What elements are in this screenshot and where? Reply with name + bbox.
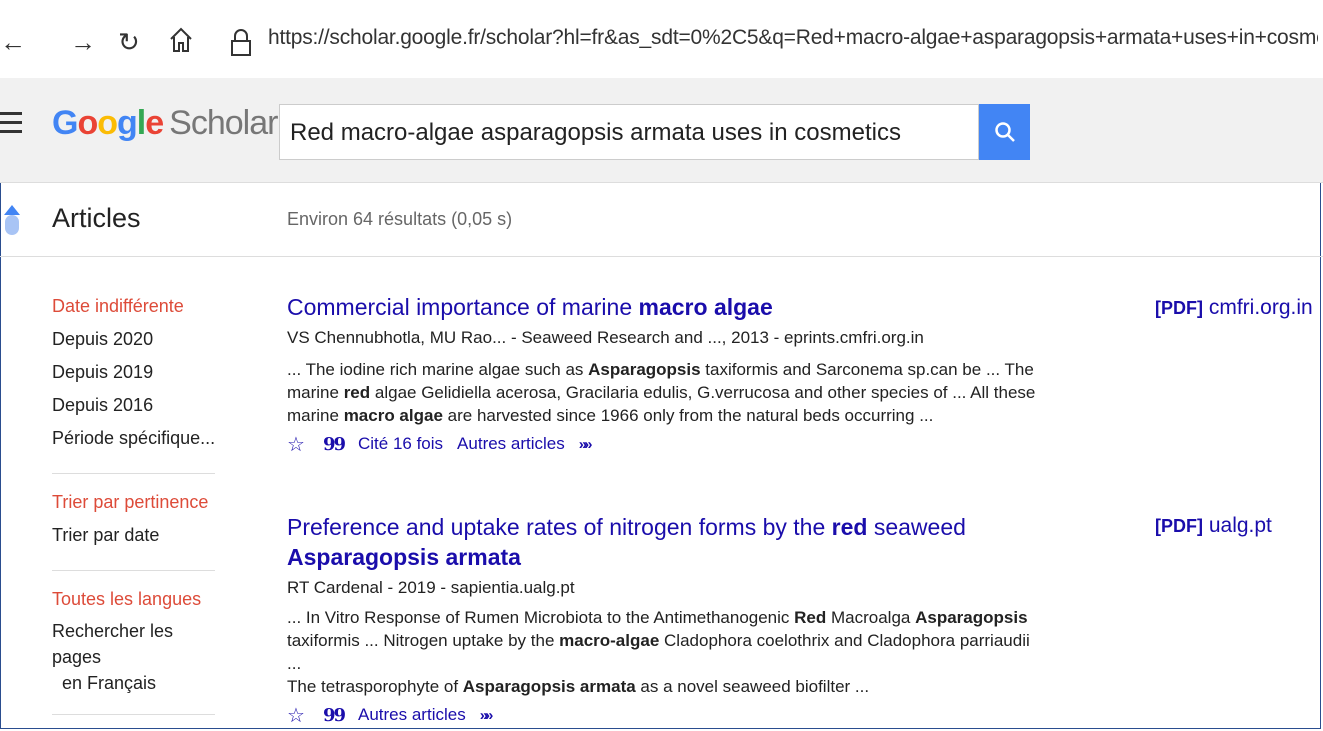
pdf-tag: [PDF] [1155, 298, 1203, 318]
logo-scholar: Scholar [169, 104, 278, 142]
snippet-line: marine red algae Gelidiella acerosa, Gra… [287, 383, 1036, 402]
result-title-link[interactable]: Commercial importance of marine macro al… [287, 292, 1047, 322]
sidebar-filters: Date indifférente Depuis 2020 Depuis 201… [52, 290, 222, 727]
forward-arrow-icon[interactable]: → [70, 22, 96, 62]
pdf-host: ualg.pt [1208, 514, 1272, 537]
filter-since-2020[interactable]: Depuis 2020 [52, 323, 222, 356]
result-title-text: Commercial importance of marine [287, 294, 639, 320]
quote-icon[interactable]: 99 [323, 434, 346, 455]
result-title-bold: macro algae [638, 294, 773, 320]
back-arrow-icon[interactable]: ← [0, 22, 26, 62]
result-title-bold: Asparagopsis armata [287, 544, 521, 570]
result-meta: RT Cardenal - 2019 - sapientia.ualg.pt [287, 578, 575, 597]
cited-by-link[interactable]: Cité 16 fois [358, 434, 443, 454]
scholar-header: Google Scholar [0, 78, 1323, 183]
sidebar-divider [52, 714, 215, 715]
star-icon[interactable]: ☆ [287, 432, 305, 457]
browser-toolbar: ← → ↻ https://scholar.google.fr/scholar?… [0, 0, 1323, 78]
filter-since-2019[interactable]: Depuis 2019 [52, 356, 222, 389]
sort-relevance[interactable]: Trier par pertinence [52, 486, 222, 519]
result-title-link[interactable]: Preference and uptake rates of nitrogen … [287, 512, 1047, 572]
pdf-link[interactable]: [PDF] ualg.pt [1155, 514, 1272, 538]
sidebar-divider [52, 473, 215, 474]
language-french-line2: en Français [62, 673, 157, 693]
lock-icon [230, 28, 252, 58]
result-meta: VS Chennubhotla, MU Rao... - Seaweed Res… [287, 328, 924, 347]
language-all[interactable]: Toutes les langues [52, 583, 222, 616]
snippet-line: marine macro algae are harvested since 1… [287, 406, 934, 425]
language-french[interactable]: Rechercher les pages en Français [52, 618, 222, 696]
snippet-line: ... In Vitro Response of Rumen Microbiot… [287, 608, 1028, 627]
articles-bar: Articles Environ 64 résultats (0,05 s) [0, 183, 1323, 257]
pdf-host: cmfri.org.in [1208, 296, 1313, 319]
filter-custom-range[interactable]: Période spécifique... [52, 422, 222, 455]
language-french-line1: Rechercher les pages [52, 621, 174, 667]
address-bar-url[interactable]: https://scholar.google.fr/scholar?hl=fr&… [268, 26, 1318, 50]
articles-marker-icon [4, 205, 20, 235]
related-articles-link[interactable]: Autres articles [358, 705, 466, 725]
more-icon[interactable]: »» [480, 707, 494, 724]
home-icon[interactable] [168, 25, 194, 65]
pdf-tag: [PDF] [1155, 516, 1203, 536]
result-title-bold: red [831, 514, 868, 540]
result-count: Environ 64 résultats (0,05 s) [287, 209, 513, 229]
result-snippet: ... In Vitro Response of Rumen Microbiot… [287, 606, 1047, 698]
quote-icon[interactable]: 99 [323, 705, 346, 726]
search-input[interactable] [280, 105, 962, 161]
result-item: Preference and uptake rates of nitrogen … [287, 512, 1047, 728]
star-icon[interactable]: ☆ [287, 703, 305, 728]
result-actions: ☆ 99 Autres articles »» [287, 702, 1047, 728]
result-title-text: seaweed [867, 514, 966, 540]
more-icon[interactable]: »» [579, 436, 593, 453]
result-item: Commercial importance of marine macro al… [287, 292, 1047, 457]
google-scholar-logo[interactable]: Google Scholar [52, 104, 278, 143]
reload-icon[interactable]: ↻ [118, 22, 140, 62]
filter-since-2016[interactable]: Depuis 2016 [52, 389, 222, 422]
result-snippet: ... The iodine rich marine algae such as… [287, 358, 1047, 427]
result-actions: ☆ 99 Cité 16 fois Autres articles »» [287, 431, 1047, 457]
snippet-line: ... The iodine rich marine algae such as… [287, 360, 1034, 379]
sidebar-divider [52, 570, 215, 571]
snippet-line: The tetrasporophyte of Asparagopsis arma… [287, 677, 870, 696]
search-box [279, 104, 979, 161]
menu-icon[interactable] [0, 112, 22, 139]
search-icon [994, 121, 1015, 142]
sort-date[interactable]: Trier par date [52, 519, 222, 552]
result-title-text: Preference and uptake rates of nitrogen … [287, 514, 832, 540]
snippet-line: taxiformis ... Nitrogen uptake by the ma… [287, 631, 1030, 673]
filter-date-any[interactable]: Date indifférente [52, 290, 222, 323]
logo-google: Google [52, 104, 164, 142]
related-articles-link[interactable]: Autres articles [457, 434, 565, 454]
search-button[interactable] [979, 104, 1030, 160]
pdf-link[interactable]: [PDF] cmfri.org.in [1155, 296, 1313, 320]
articles-label[interactable]: Articles [52, 203, 141, 234]
